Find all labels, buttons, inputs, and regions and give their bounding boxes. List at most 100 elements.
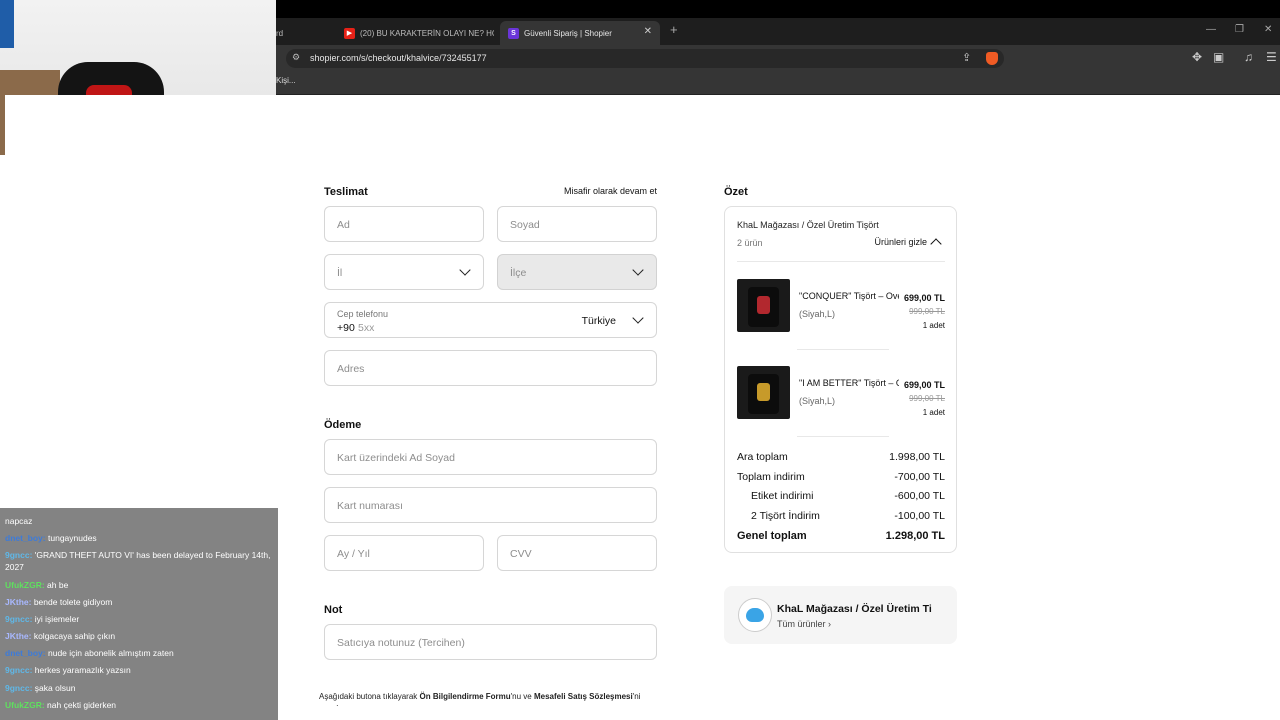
site-settings-icon[interactable]: ⚙ bbox=[292, 52, 300, 63]
chat-text: napcaz bbox=[5, 516, 33, 526]
row-label: 2 Tişört İndirim bbox=[751, 510, 820, 522]
product-quantity: 1 adet bbox=[922, 408, 945, 417]
legal-prefix: Aşağıdaki butona tıklayarak bbox=[319, 692, 418, 701]
store-card[interactable]: KhaL Mağazası / Özel Üretim Tişört Tüm ü… bbox=[724, 586, 957, 644]
tab-label: Güvenli Sipariş | Shopier bbox=[524, 28, 612, 38]
product-variant: (Siyah,L) bbox=[799, 396, 836, 406]
hide-products-button[interactable]: Ürünleri gizle bbox=[874, 237, 927, 247]
product-old-price: 999,00 TL bbox=[909, 307, 945, 316]
delivery-title: Teslimat bbox=[324, 186, 368, 198]
address-field[interactable]: Adres bbox=[324, 350, 657, 386]
note-placeholder: Satıcıya notunuz (Tercihen) bbox=[337, 637, 465, 649]
chat-text: ah be bbox=[47, 580, 69, 590]
all-products-link[interactable]: Tüm ürünler › bbox=[777, 619, 831, 629]
bookmark-item[interactable]: Kişi... bbox=[276, 76, 296, 85]
city-placeholder: İl bbox=[337, 267, 343, 279]
all-products-label: Tüm ürünler bbox=[777, 619, 826, 629]
media-icon[interactable]: ♫ bbox=[1244, 50, 1253, 64]
product-old-price: 999,00 TL bbox=[909, 394, 945, 403]
last-name-field[interactable]: Soyad bbox=[497, 206, 657, 242]
chat-text: bende tolete gidiyom bbox=[33, 597, 113, 607]
sidebar-icon[interactable]: ▣ bbox=[1213, 50, 1224, 64]
distance-sales-contract-link[interactable]: Mesafeli Satış Sözleşmesi bbox=[534, 692, 633, 701]
divider bbox=[737, 261, 945, 262]
payment-title: Ödeme bbox=[324, 419, 362, 431]
chat-username: 9gncc: bbox=[5, 683, 33, 693]
chat-text: nah çekti giderken bbox=[47, 700, 117, 710]
chat-message: 9gncc: 'GRAND THEFT AUTO VI' has been de… bbox=[5, 549, 273, 573]
cvv-field[interactable]: CVV bbox=[497, 535, 657, 571]
district-select[interactable]: İlçe bbox=[497, 254, 657, 290]
city-select[interactable]: İl bbox=[324, 254, 484, 290]
brave-shield-icon[interactable] bbox=[986, 52, 998, 65]
product-image bbox=[737, 279, 790, 332]
chat-username: UfukZGR: bbox=[5, 700, 45, 710]
chevron-down-icon[interactable] bbox=[632, 313, 646, 327]
product-item: "I AM BETTER" Tişört – Oversize (Siyah,L… bbox=[737, 366, 945, 422]
chat-message: dnet_boy: nude için abonelik almıştım za… bbox=[5, 647, 273, 659]
address-placeholder: Adres bbox=[337, 363, 365, 375]
item-count: 2 ürün bbox=[737, 238, 763, 248]
card-name-field[interactable]: Kart üzerindeki Ad Soyad bbox=[324, 439, 657, 475]
chat-message: 9gncc: şaka olsun bbox=[5, 682, 273, 694]
legal-consent-text: Aşağıdaki butona tıklayarak Ön Bilgilend… bbox=[319, 691, 659, 706]
product-image bbox=[737, 366, 790, 419]
tab-youtube[interactable]: ▶ (20) BU KARAKTERİN OLAYI NE? HO bbox=[336, 21, 494, 45]
chat-message: JKthe: bende tolete gidiyom bbox=[5, 596, 273, 608]
chat-username: UfukZGR: bbox=[5, 580, 45, 590]
guest-checkout-link[interactable]: Misafir olarak devam et bbox=[564, 186, 657, 196]
chat-message: JKthe: kolgacaya sahip çıkın bbox=[5, 630, 273, 642]
row-value: 1.998,00 TL bbox=[889, 451, 945, 463]
webcam-object bbox=[0, 0, 14, 48]
expiry-placeholder: Ay / Yıl bbox=[337, 548, 370, 560]
maximize-icon[interactable]: ❐ bbox=[1235, 24, 1244, 35]
extensions-icon[interactable]: ✥ bbox=[1192, 50, 1202, 64]
tag-discount-row: Etiket indirimi -600,00 TL bbox=[737, 490, 945, 502]
tshirt-print bbox=[757, 296, 770, 314]
divider bbox=[797, 436, 889, 437]
minimize-icon[interactable]: — bbox=[1206, 24, 1216, 35]
bundle-discount-row: 2 Tişört İndirim -100,00 TL bbox=[737, 510, 945, 522]
row-value: -600,00 TL bbox=[894, 490, 945, 502]
close-window-icon[interactable]: ✕ bbox=[1264, 24, 1272, 35]
row-label: Ara toplam bbox=[737, 451, 788, 463]
store-logo bbox=[738, 598, 772, 632]
menu-icon[interactable]: ☰ bbox=[1266, 50, 1277, 64]
card-number-field[interactable]: Kart numarası bbox=[324, 487, 657, 523]
chat-text: şaka olsun bbox=[34, 683, 76, 693]
grand-total-row: Genel toplam 1.298,00 TL bbox=[737, 530, 945, 542]
row-label: Genel toplam bbox=[737, 530, 807, 542]
cvv-placeholder: CVV bbox=[510, 548, 532, 560]
chat-message: 9gncc: herkes yaramazlık yazsın bbox=[5, 664, 273, 676]
country-selector[interactable]: Türkiye bbox=[582, 315, 616, 327]
chat-message: UfukZGR: nah çekti giderken bbox=[5, 699, 273, 711]
phone-field[interactable]: Cep telefonu +90 5xx Türkiye bbox=[324, 302, 657, 338]
shopier-favicon: S bbox=[508, 27, 519, 39]
first-name-field[interactable]: Ad bbox=[324, 206, 484, 242]
chat-text: kolgacaya sahip çıkın bbox=[33, 631, 116, 641]
product-name: "CONQUER" Tişört – Oversize bbox=[799, 291, 899, 301]
phone-placeholder: 5xx bbox=[358, 322, 375, 334]
chat-text: herkes yaramazlık yazsın bbox=[34, 665, 131, 675]
chevron-down-icon bbox=[459, 265, 473, 279]
address-bar[interactable]: ⚙ shopier.com/s/checkout/khalvice/732455… bbox=[286, 49, 1004, 68]
chat-username: 9gncc: bbox=[5, 614, 33, 624]
share-icon[interactable]: ⇪ bbox=[962, 51, 971, 64]
chat-username: 9gncc: bbox=[5, 550, 33, 560]
tab-shopier[interactable]: S Güvenli Sipariş | Shopier ✕ bbox=[500, 21, 660, 45]
chevron-up-icon[interactable] bbox=[930, 238, 942, 250]
phone-label: Cep telefonu bbox=[337, 309, 389, 319]
tab-partial[interactable]: rd bbox=[276, 21, 306, 45]
chevron-right-icon: › bbox=[828, 619, 832, 629]
product-name: "I AM BETTER" Tişört – Oversize bbox=[799, 378, 899, 388]
expiry-field[interactable]: Ay / Yıl bbox=[324, 535, 484, 571]
note-field[interactable]: Satıcıya notunuz (Tercihen) bbox=[324, 624, 657, 660]
new-tab-button[interactable]: + bbox=[670, 22, 678, 37]
close-tab-icon[interactable]: ✕ bbox=[644, 26, 652, 37]
chat-username: 9gncc: bbox=[5, 665, 33, 675]
last-name-placeholder: Soyad bbox=[510, 219, 540, 231]
row-value: -700,00 TL bbox=[894, 471, 945, 483]
row-label: Toplam indirim bbox=[737, 471, 805, 483]
note-title: Not bbox=[324, 604, 343, 616]
preliminary-info-form-link[interactable]: Ön Bilgilendirme Formu bbox=[420, 692, 511, 701]
